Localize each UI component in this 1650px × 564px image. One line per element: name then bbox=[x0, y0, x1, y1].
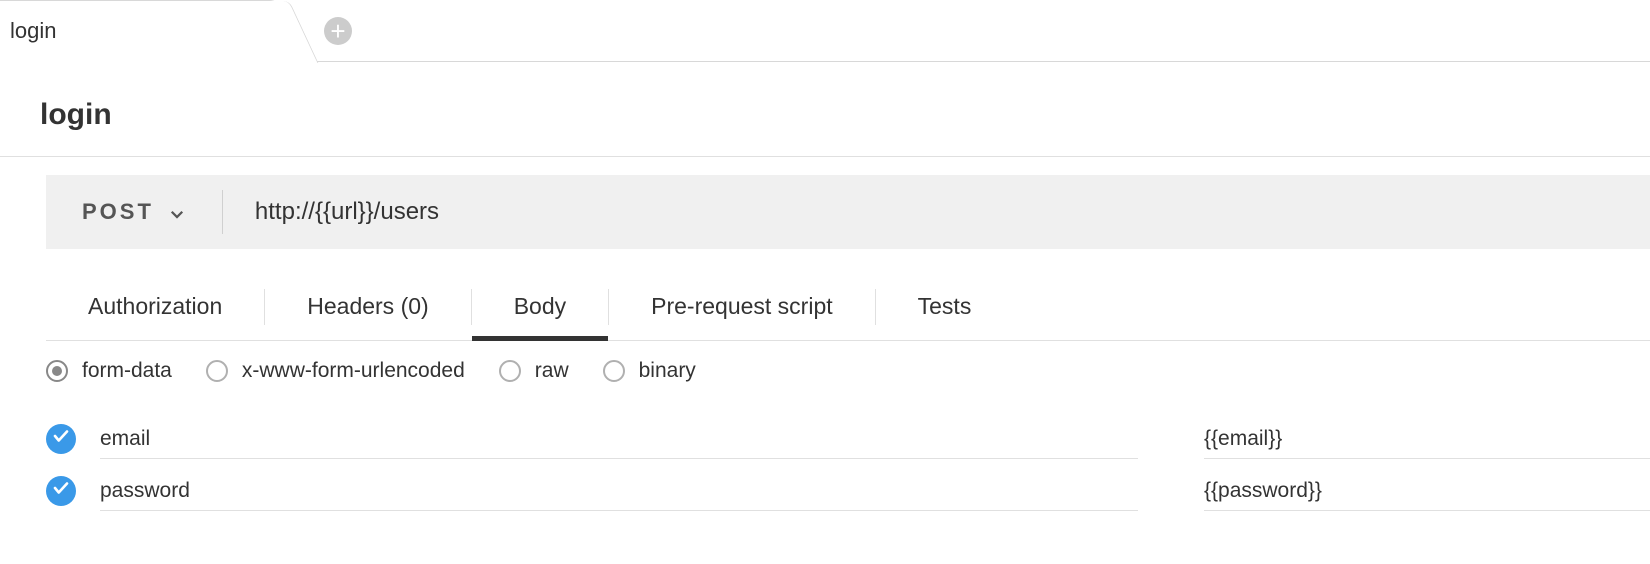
url-input[interactable] bbox=[255, 198, 1614, 226]
param-key[interactable]: password bbox=[100, 471, 1138, 511]
tab-label: Tests bbox=[918, 293, 972, 319]
param-value-text: {{email}} bbox=[1204, 427, 1282, 451]
radio-icon bbox=[206, 360, 228, 382]
param-enabled-check[interactable] bbox=[46, 476, 76, 506]
param-enabled-check[interactable] bbox=[46, 424, 76, 454]
radio-icon bbox=[603, 360, 625, 382]
method-dropdown[interactable]: POST bbox=[82, 199, 186, 225]
radio-label: raw bbox=[535, 359, 569, 383]
divider bbox=[222, 190, 223, 234]
request-url-bar: POST bbox=[46, 175, 1650, 249]
plus-icon: + bbox=[330, 18, 345, 44]
tab-login[interactable]: login bbox=[0, 0, 280, 62]
radio-label: x-www-form-urlencoded bbox=[242, 359, 465, 383]
tab-authorization[interactable]: Authorization bbox=[46, 273, 264, 340]
tab-label: Pre-request script bbox=[651, 293, 833, 319]
tab-prerequest[interactable]: Pre-request script bbox=[609, 273, 875, 340]
radio-label: form-data bbox=[82, 359, 172, 383]
radio-icon bbox=[499, 360, 521, 382]
divider bbox=[0, 156, 1650, 157]
check-icon bbox=[52, 427, 70, 451]
chevron-down-icon bbox=[168, 203, 186, 221]
radio-label: binary bbox=[639, 359, 696, 383]
radio-binary[interactable]: binary bbox=[603, 359, 696, 383]
body-type-selector: form-data x-www-form-urlencoded raw bina… bbox=[46, 359, 1650, 383]
request-subtabs: Authorization Headers (0) Body Pre-reque… bbox=[46, 273, 1650, 341]
request-title: login bbox=[0, 62, 1650, 156]
method-label: POST bbox=[82, 199, 154, 225]
tab-bar: login + bbox=[0, 0, 1650, 62]
tab-label: Headers (0) bbox=[307, 293, 428, 319]
form-data-params: email {{email}} password {{password}} bbox=[46, 413, 1650, 517]
add-tab-button[interactable]: + bbox=[324, 17, 352, 45]
tab-label: Authorization bbox=[88, 293, 222, 319]
radio-form-data[interactable]: form-data bbox=[46, 359, 172, 383]
tab-tests[interactable]: Tests bbox=[876, 273, 1014, 340]
param-key-text: email bbox=[100, 427, 150, 451]
param-key-text: password bbox=[100, 479, 190, 503]
param-key[interactable]: email bbox=[100, 419, 1138, 459]
param-value[interactable]: {{email}} bbox=[1204, 419, 1650, 459]
radio-icon bbox=[46, 360, 68, 382]
tab-body[interactable]: Body bbox=[472, 273, 608, 340]
param-value-text: {{password}} bbox=[1204, 479, 1322, 503]
tab-headers[interactable]: Headers (0) bbox=[265, 273, 470, 340]
radio-urlencoded[interactable]: x-www-form-urlencoded bbox=[206, 359, 465, 383]
check-icon bbox=[52, 479, 70, 503]
radio-raw[interactable]: raw bbox=[499, 359, 569, 383]
param-row: password {{password}} bbox=[46, 465, 1650, 517]
tab-label: Body bbox=[514, 293, 566, 319]
tab-label: login bbox=[10, 18, 56, 44]
param-value[interactable]: {{password}} bbox=[1204, 471, 1650, 511]
param-row: email {{email}} bbox=[46, 413, 1650, 465]
